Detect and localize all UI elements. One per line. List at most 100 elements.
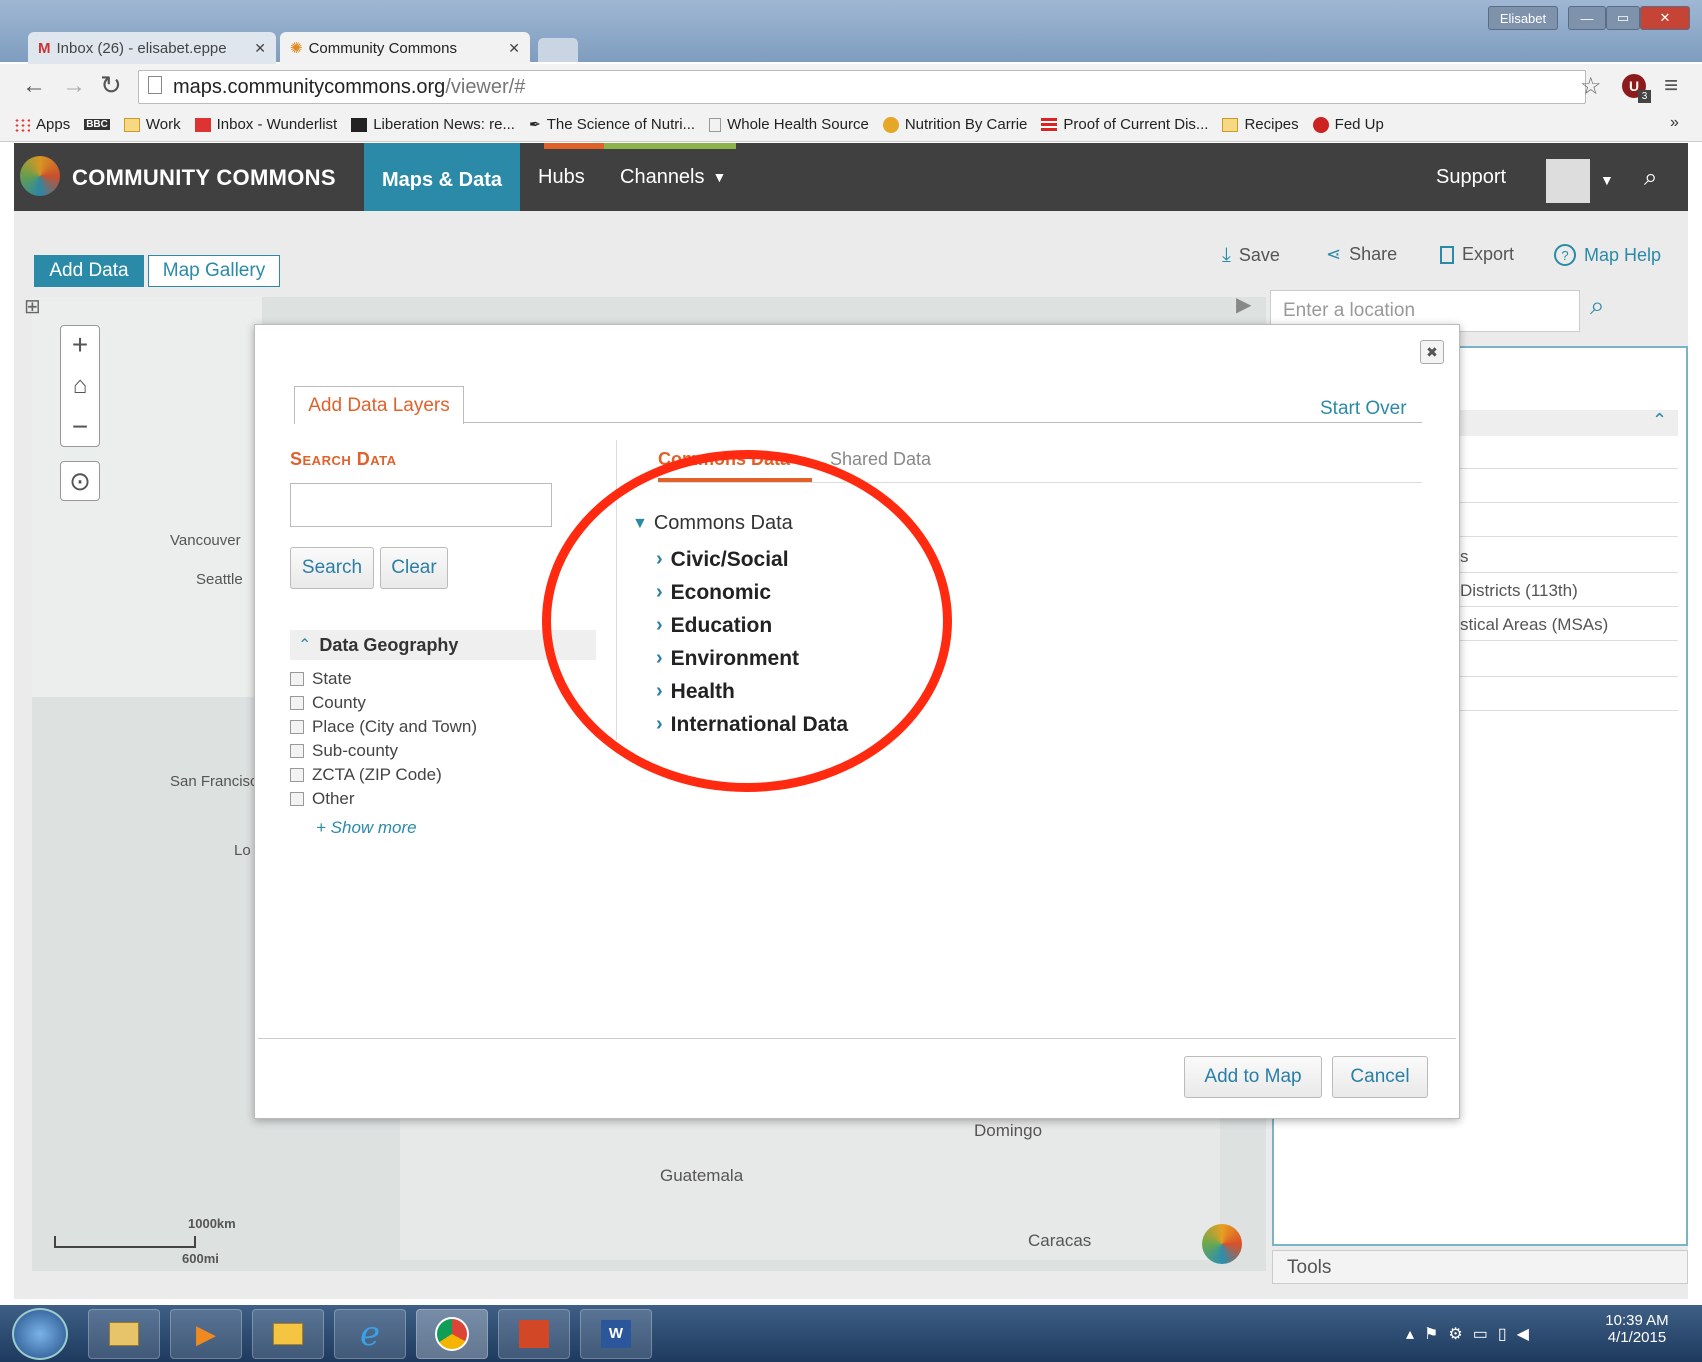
clock-time: 10:39 AM bbox=[1605, 1312, 1669, 1329]
bookmark-fed-up[interactable]: Fed Up bbox=[1312, 116, 1384, 133]
close-icon[interactable]: ✕ bbox=[254, 40, 266, 57]
tab-community-commons[interactable]: ✺ Community Commons ✕ bbox=[280, 32, 530, 64]
back-icon[interactable]: ← bbox=[22, 72, 46, 100]
caret-down-icon[interactable]: ▼ bbox=[1600, 172, 1614, 188]
maximize-button[interactable]: ▭ bbox=[1606, 6, 1640, 30]
clock[interactable]: 10:39 AM 4/1/2015 bbox=[1600, 1312, 1674, 1346]
forward-icon[interactable]: → bbox=[62, 72, 86, 100]
minimize-button[interactable]: — bbox=[1568, 6, 1606, 30]
bookmark-liberation-news[interactable]: Liberation News: re... bbox=[351, 116, 515, 133]
cancel-button[interactable]: Cancel bbox=[1332, 1056, 1428, 1098]
map-help-action[interactable]: ? Map Help bbox=[1554, 244, 1661, 266]
site-brand[interactable]: COMMUNITY COMMONS bbox=[72, 165, 336, 191]
geo-option-state[interactable]: State bbox=[290, 667, 477, 691]
checkbox[interactable] bbox=[290, 696, 304, 710]
taskbar-media-player[interactable]: ▶ bbox=[170, 1309, 242, 1359]
taskbar-outlook[interactable] bbox=[252, 1309, 324, 1359]
layer-item[interactable]: Districts (113th) bbox=[1460, 581, 1578, 601]
start-button[interactable] bbox=[12, 1308, 68, 1360]
home-icon[interactable]: ⌂ bbox=[60, 367, 100, 405]
share-action[interactable]: ⋖ Share bbox=[1326, 244, 1397, 265]
checkbox[interactable] bbox=[290, 672, 304, 686]
nav-hubs[interactable]: Hubs bbox=[538, 143, 585, 211]
new-tab-button[interactable] bbox=[538, 38, 578, 62]
tab-add-data[interactable]: Add Data bbox=[34, 255, 144, 287]
wunderlist-icon bbox=[194, 117, 211, 132]
modal-close-button[interactable]: ✖ bbox=[1420, 340, 1444, 364]
bookmark-recipes[interactable]: Recipes bbox=[1222, 116, 1299, 133]
menu-icon[interactable]: ≡ bbox=[1664, 72, 1678, 100]
clear-button[interactable]: Clear bbox=[380, 547, 448, 589]
geo-option-zcta[interactable]: ZCTA (ZIP Code) bbox=[290, 763, 477, 787]
layer-item[interactable]: stical Areas (MSAs) bbox=[1460, 615, 1608, 635]
scale-mi: 600mi bbox=[182, 1251, 219, 1266]
taskbar-ie[interactable]: e bbox=[334, 1309, 406, 1359]
start-over-link[interactable]: Start Over bbox=[1320, 398, 1407, 420]
bookmark-bbc[interactable]: BBC bbox=[84, 119, 110, 130]
geo-option-place[interactable]: Place (City and Town) bbox=[290, 715, 477, 739]
taskbar-word[interactable]: W bbox=[580, 1309, 652, 1359]
chrome-icon bbox=[435, 1317, 469, 1351]
address-bar[interactable]: maps.communitycommons.org/viewer/# bbox=[138, 70, 1586, 104]
chevron-up-icon: ⌃ bbox=[298, 637, 312, 654]
chevron-up-icon[interactable]: ⌃ bbox=[1652, 410, 1667, 431]
bookmark-apps[interactable]: Apps bbox=[14, 116, 70, 133]
search-data-input[interactable] bbox=[290, 483, 552, 527]
help-icon: ? bbox=[1554, 244, 1576, 266]
locate-icon[interactable]: ⊙ bbox=[60, 461, 100, 501]
nav-channels[interactable]: Channels ▼ bbox=[620, 143, 726, 211]
bookmark-star-icon[interactable]: ☆ bbox=[1580, 72, 1602, 101]
zoom-in-button[interactable]: + bbox=[60, 325, 100, 365]
checkbox[interactable] bbox=[290, 768, 304, 782]
export-action[interactable]: Export bbox=[1440, 244, 1514, 265]
window-close-button[interactable]: ✕ bbox=[1640, 6, 1690, 30]
tab-add-data-layers[interactable]: Add Data Layers bbox=[294, 386, 464, 424]
tools-panel[interactable]: Tools bbox=[1272, 1250, 1688, 1284]
panel-section-header[interactable] bbox=[1456, 410, 1678, 436]
search-icon[interactable]: ⌕ bbox=[1644, 164, 1657, 192]
bookmark-whole-health[interactable]: Whole Health Source bbox=[709, 116, 869, 133]
taskbar-explorer[interactable] bbox=[88, 1309, 160, 1359]
bookmark-science-nutrition[interactable]: ✒ The Science of Nutri... bbox=[529, 116, 695, 133]
reload-icon[interactable]: ↻ bbox=[100, 70, 122, 101]
nav-maps-data[interactable]: Maps & Data bbox=[364, 143, 520, 218]
add-to-map-button[interactable]: Add to Map bbox=[1184, 1056, 1322, 1098]
geo-option-county[interactable]: County bbox=[290, 691, 477, 715]
checkbox[interactable] bbox=[290, 720, 304, 734]
tab-map-gallery[interactable]: Map Gallery bbox=[148, 255, 280, 287]
annotation-circle bbox=[542, 450, 952, 792]
panel-toggle-icon[interactable]: ▶ bbox=[1236, 292, 1262, 318]
geo-option-subcounty[interactable]: Sub-county bbox=[290, 739, 477, 763]
checkbox[interactable] bbox=[290, 792, 304, 806]
show-more-link[interactable]: + Show more bbox=[316, 818, 417, 838]
system-tray-icons[interactable]: ▴⚑⚙▭▯◀ bbox=[1406, 1324, 1539, 1344]
bookmark-proof[interactable]: Proof of Current Dis... bbox=[1041, 116, 1208, 133]
bookmark-wunderlist[interactable]: Inbox - Wunderlist bbox=[194, 116, 337, 133]
bookmarks-overflow[interactable]: » bbox=[1670, 114, 1679, 132]
layers-toggle-icon[interactable]: ⊞ bbox=[24, 294, 50, 318]
apps-icon bbox=[14, 117, 30, 132]
mail-icon bbox=[273, 1323, 303, 1345]
commons-logo-icon[interactable] bbox=[20, 156, 60, 196]
tab-shared-data[interactable]: Shared Data bbox=[830, 449, 931, 470]
bookmark-nutrition-carrie[interactable]: Nutrition By Carrie bbox=[882, 116, 1027, 133]
search-button[interactable]: Search bbox=[290, 547, 374, 589]
map-label: Domingo bbox=[974, 1121, 1043, 1140]
layer-item[interactable]: s bbox=[1460, 547, 1469, 567]
avatar[interactable] bbox=[1546, 159, 1590, 203]
scale-km: 1000km bbox=[188, 1216, 236, 1231]
tab-gmail[interactable]: M Inbox (26) - elisabet.eppe ✕ bbox=[28, 32, 276, 64]
bookmark-work[interactable]: Work bbox=[123, 116, 181, 133]
zoom-out-button[interactable]: − bbox=[60, 407, 100, 447]
close-icon[interactable]: ✕ bbox=[508, 40, 520, 57]
extension-badge: 3 bbox=[1638, 90, 1651, 103]
nav-support[interactable]: Support bbox=[1436, 143, 1506, 211]
folder-icon bbox=[109, 1322, 139, 1346]
checkbox[interactable] bbox=[290, 744, 304, 758]
gmail-icon: M bbox=[38, 39, 51, 57]
search-icon[interactable]: ⌕ bbox=[1590, 290, 1605, 322]
geo-option-other[interactable]: Other bbox=[290, 787, 477, 811]
taskbar-chrome[interactable] bbox=[416, 1309, 488, 1359]
save-action[interactable]: ⤓ Save bbox=[1222, 244, 1280, 267]
taskbar-office[interactable] bbox=[498, 1309, 570, 1359]
